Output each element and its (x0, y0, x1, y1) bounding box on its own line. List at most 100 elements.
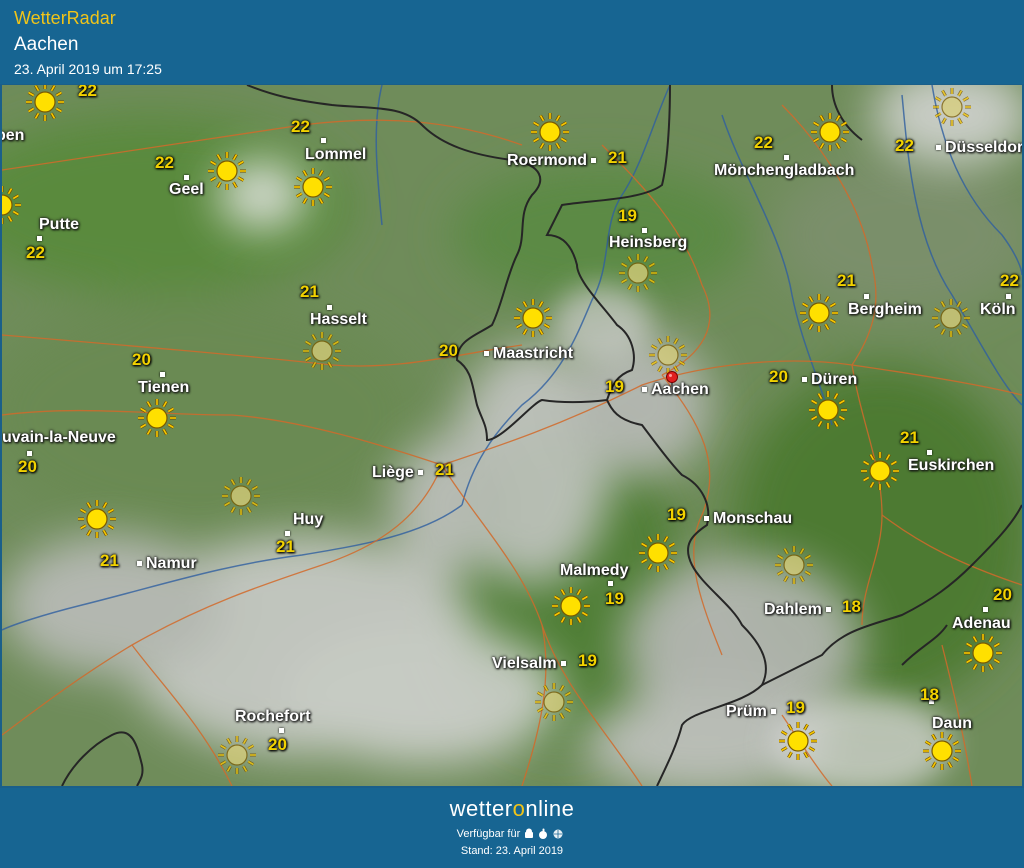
temperature-hasselt: 21 (300, 282, 319, 301)
sun-icon (530, 112, 570, 152)
city-label-roermond[interactable]: Roermond (507, 152, 600, 170)
city-label-putte[interactable]: Putte (39, 216, 79, 234)
temperature-roermond: 21 (608, 148, 627, 167)
city-name: Malmedy (560, 562, 629, 579)
sun-glyph (649, 336, 687, 374)
city-name: Prüm (726, 703, 767, 720)
brand-logo[interactable]: wetteronline (0, 796, 1024, 822)
city-label-monschau[interactable]: Monschau (700, 510, 792, 528)
sun-glyph (964, 634, 1002, 672)
city-label-daun[interactable]: Daun (932, 715, 972, 733)
hazy-sun-icon (932, 87, 972, 127)
sun-icon (963, 633, 1003, 673)
city-name: Köln (980, 301, 1016, 318)
sun-icon (25, 85, 65, 122)
city-label-rochefort[interactable]: Rochefort (235, 708, 311, 726)
temperature-pruem: 19 (786, 698, 805, 717)
city-name: Monschau (713, 510, 793, 527)
city-name: Aachen (651, 381, 709, 398)
city-name: Namur (146, 555, 197, 572)
temperature-vielsalm: 19 (578, 651, 597, 670)
sun-glyph (932, 299, 970, 337)
city-name: Dahlem (764, 601, 822, 618)
city-name: Rochefort (235, 708, 311, 725)
sun-icon (551, 586, 591, 626)
stand-date: Stand: 23. April 2019 (460, 845, 564, 857)
available-label: Verfügbar für (456, 828, 521, 840)
city-name: Geel (169, 181, 204, 198)
city-marker (825, 607, 831, 613)
city-label-dahlem[interactable]: Dahlem (764, 601, 835, 619)
sun-icon (638, 533, 678, 573)
city-label-geel[interactable]: Geel (169, 181, 204, 199)
hazy-sun-icon (302, 331, 342, 371)
city-label-adenau[interactable]: Adenau (952, 615, 1011, 633)
city-label-huy[interactable]: Huy (293, 511, 323, 529)
city-label-hasselt[interactable]: Hasselt (310, 311, 367, 329)
city-name: Bergheim (848, 301, 922, 318)
temperature-monschau: 19 (667, 505, 686, 524)
sun-glyph (222, 477, 260, 515)
sun-glyph (294, 168, 332, 206)
city-marker (864, 294, 869, 299)
city-label-dueren[interactable]: Düren (798, 371, 857, 389)
city-label-malmedy[interactable]: Malmedy (560, 562, 628, 580)
city-label-duesseldorf[interactable]: Düsseldorf (932, 139, 1022, 157)
city-label-pruem[interactable]: Prüm (726, 703, 780, 721)
city-label-liege[interactable]: Liège (372, 464, 427, 482)
sun-glyph (514, 299, 552, 337)
city-name: Mönchengladbach (714, 162, 855, 179)
sun-glyph (923, 732, 961, 770)
location-pin-icon[interactable] (665, 371, 679, 393)
city-marker (642, 387, 647, 393)
sun-icon (137, 398, 177, 438)
city-marker (560, 661, 566, 667)
city-marker (484, 351, 489, 357)
platform-icons (525, 828, 563, 840)
city-marker (184, 175, 189, 180)
city-marker (327, 305, 332, 310)
city-label-louvain[interactable]: uvain-la-Neuve (2, 429, 116, 447)
city-label-vielsalm[interactable]: Vielsalm (492, 655, 570, 673)
windows-icon (553, 829, 563, 839)
city-label-koeln[interactable]: Köln (980, 301, 1016, 319)
city-name: Huy (293, 511, 324, 528)
city-name: Tienen (138, 379, 190, 396)
city-label-maastricht[interactable]: Maastricht (480, 345, 573, 363)
city-marker (417, 470, 423, 476)
sun-icon (513, 298, 553, 338)
city-label-bergheim[interactable]: Bergheim (848, 301, 922, 319)
city-label-edge_left[interactable]: pen (2, 127, 24, 145)
temperature-bergheim: 21 (837, 271, 856, 290)
city-label-lommel[interactable]: Lommel (305, 146, 366, 164)
temperature-putte: 22 (26, 243, 45, 262)
city-name: Roermond (507, 152, 587, 169)
temperature-namur: 21 (100, 551, 119, 570)
sun-glyph (552, 587, 590, 625)
city-name: Euskirchen (908, 457, 995, 474)
sun-glyph (779, 722, 817, 760)
city-name: Lommel (305, 146, 367, 163)
sun-icon (2, 185, 22, 225)
city-label-tienen[interactable]: Tienen (138, 379, 189, 397)
city-marker (279, 728, 284, 733)
city-marker (608, 581, 613, 586)
city-name: Düsseldorf (945, 139, 1022, 156)
city-name: pen (2, 127, 25, 144)
city-marker (1006, 294, 1011, 299)
city-label-namur[interactable]: Namur (133, 555, 197, 573)
city-label-moenchengladbach[interactable]: Mönchengladbach (714, 162, 854, 180)
weather-radar-map[interactable]: Roermond 21 Mönchengladbach 22 Düsseldorf 22 L… (2, 85, 1022, 786)
temperature-huy: 21 (276, 537, 295, 556)
sun-icon (77, 499, 117, 539)
city-label-heinsberg[interactable]: Heinsberg (609, 234, 687, 252)
sun-glyph (208, 152, 246, 190)
android-icon (525, 828, 534, 839)
temperature-maastricht: 20 (439, 341, 458, 360)
availability-line: Verfügbar für (0, 828, 1024, 840)
city-label-euskirchen[interactable]: Euskirchen (908, 457, 994, 475)
sun-icon (207, 151, 247, 191)
sun-icon (778, 721, 818, 761)
hazy-sun-icon (618, 253, 658, 293)
hazy-sun-icon (534, 682, 574, 722)
